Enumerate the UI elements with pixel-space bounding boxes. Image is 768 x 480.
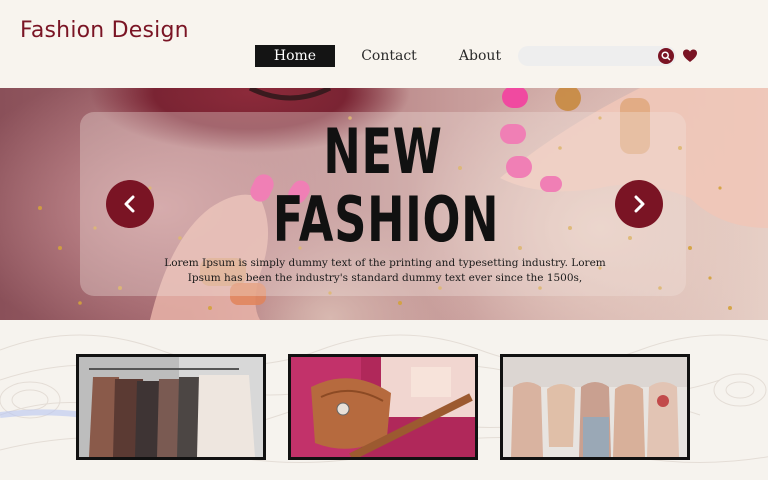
- carousel-prev-button[interactable]: [106, 180, 154, 228]
- chevron-left-icon: [124, 195, 135, 213]
- mannequins-image: [503, 357, 687, 457]
- site-logo[interactable]: Fashion Design: [20, 18, 189, 43]
- nav-about[interactable]: About: [441, 45, 519, 67]
- hero-description: Lorem Ipsum is simply dummy text of the …: [164, 257, 606, 284]
- gallery-item-bag-belt[interactable]: [288, 354, 478, 460]
- clothes-rack-image: [79, 357, 263, 457]
- hero-title: NEW FASHION: [272, 115, 500, 256]
- hero-title-line1: NEW: [323, 115, 443, 188]
- search-input[interactable]: [518, 47, 648, 68]
- gallery-item-clothes-rack[interactable]: [76, 354, 266, 460]
- site-header: Fashion Design Home Contact About: [0, 0, 768, 88]
- main-nav: Home Contact About: [255, 45, 519, 67]
- gallery-item-mannequins[interactable]: [500, 354, 690, 460]
- carousel-next-button[interactable]: [615, 180, 663, 228]
- bag-and-belt-image: [291, 357, 475, 457]
- nav-home[interactable]: Home: [255, 45, 335, 67]
- nav-contact[interactable]: Contact: [345, 45, 433, 67]
- search-icon[interactable]: [658, 48, 674, 64]
- search-bar: [518, 46, 676, 68]
- chevron-right-icon: [634, 195, 645, 213]
- heart-icon[interactable]: [682, 48, 698, 64]
- hero-title-line2: FASHION: [272, 183, 500, 256]
